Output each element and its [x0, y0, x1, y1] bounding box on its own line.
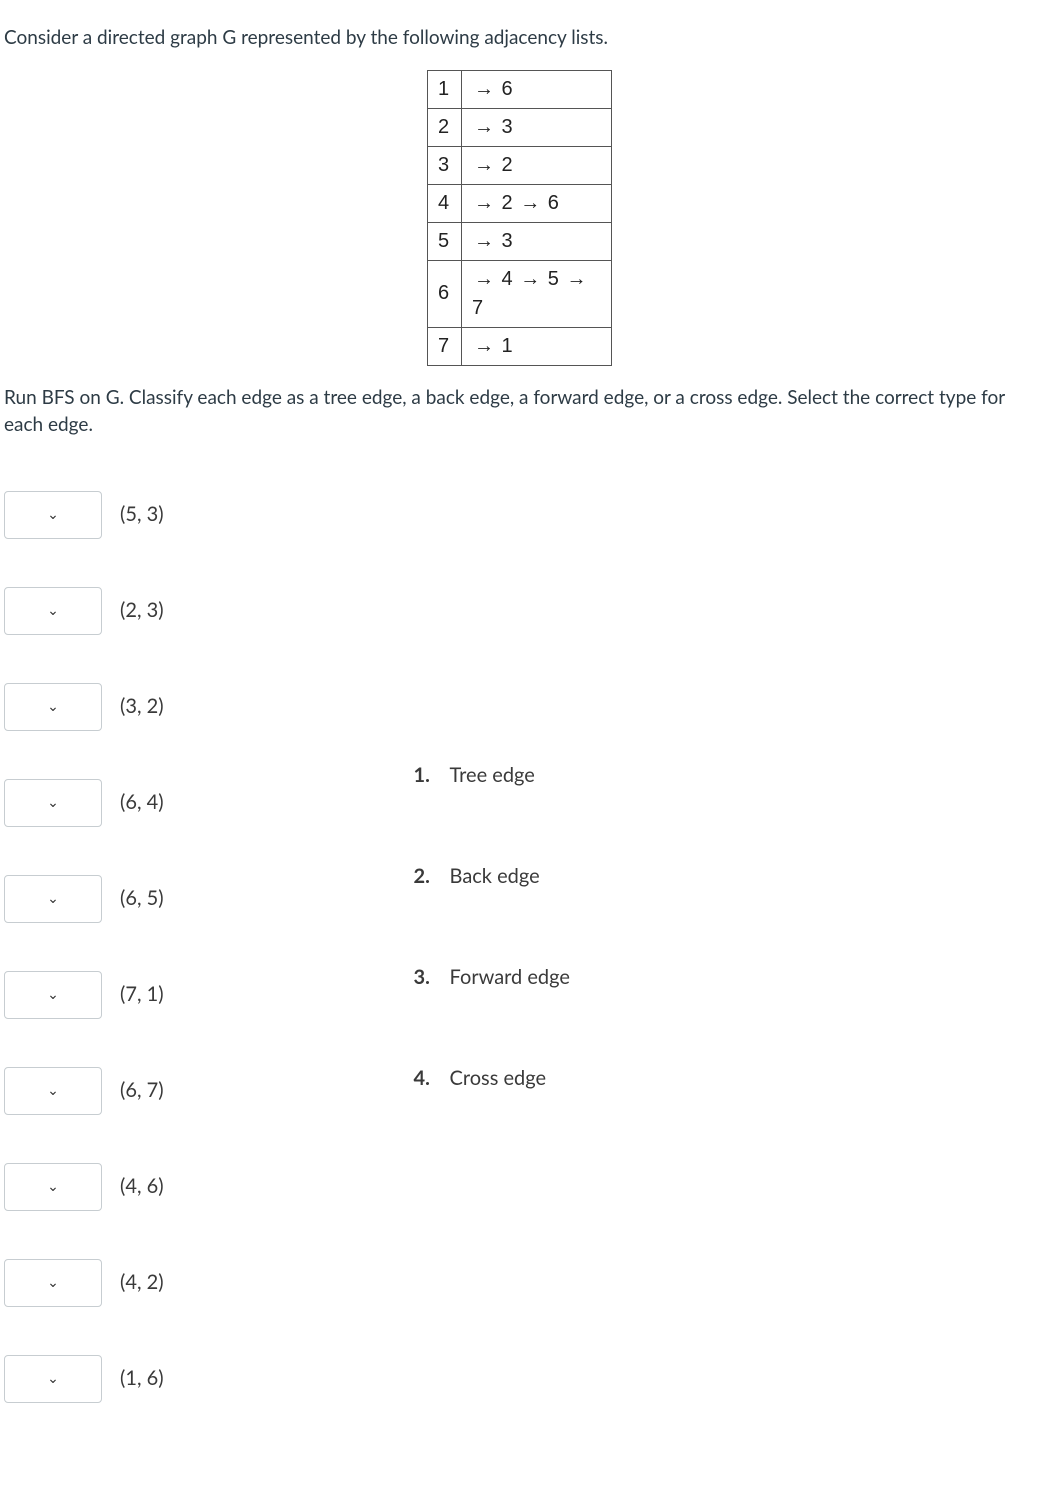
chevron-down-icon: ⌄ [47, 504, 59, 524]
adjacency-table: 1→ 62→ 33→ 24→ 2 → 65→ 36→ 4 → 5 → 77→ 1 [427, 70, 612, 366]
adjacency-values: → 1 [462, 327, 612, 365]
adjacency-values: → 3 [462, 222, 612, 260]
question-instruction: Run BFS on G. Classify each edge as a tr… [4, 384, 1035, 439]
adjacency-key: 2 [428, 108, 462, 146]
edge-type-select[interactable]: ⌄ [4, 1259, 102, 1307]
edge-label: (6, 7) [120, 1076, 164, 1105]
match-option-label: Cross edge [450, 1064, 547, 1093]
edge-label: (7, 1) [120, 980, 164, 1009]
adjacency-key: 6 [428, 260, 462, 327]
match-row: ⌄ (6, 5) [4, 873, 164, 925]
adjacency-row: 2→ 3 [428, 108, 612, 146]
matching-right-column: 1. Tree edge 2. Back edge 3. Forward edge 4. Cr… [414, 761, 570, 1165]
arrow-icon: → [472, 78, 496, 100]
matching-left-column: ⌄ (5, 3) ⌄ (2, 3) ⌄ (3, 2) ⌄ (6, 4) ⌄ (6, 5) ⌄ (7, … [4, 489, 164, 1449]
match-option-number: 3. [414, 963, 436, 992]
match-row: ⌄ (4, 2) [4, 1257, 164, 1309]
chevron-down-icon: ⌄ [47, 984, 59, 1004]
match-row: ⌄ (3, 2) [4, 681, 164, 733]
edge-type-select[interactable]: ⌄ [4, 587, 102, 635]
edge-label: (6, 5) [120, 884, 164, 913]
adjacency-values: → 2 → 6 [462, 184, 612, 222]
edge-type-select[interactable]: ⌄ [4, 1355, 102, 1403]
adjacency-values: → 6 [462, 70, 612, 108]
adjacency-values: → 3 [462, 108, 612, 146]
chevron-down-icon: ⌄ [47, 600, 59, 620]
chevron-down-icon: ⌄ [47, 696, 59, 716]
adjacency-values: → 2 [462, 146, 612, 184]
match-row: ⌄ (4, 6) [4, 1161, 164, 1213]
match-row: ⌄ (7, 1) [4, 969, 164, 1021]
arrow-icon: → [472, 192, 496, 214]
arrow-icon: → [472, 116, 496, 138]
chevron-down-icon: ⌄ [47, 1368, 59, 1388]
arrow-icon: → [518, 268, 542, 290]
match-option-number: 4. [414, 1064, 436, 1093]
edge-type-select[interactable]: ⌄ [4, 683, 102, 731]
chevron-down-icon: ⌄ [47, 1176, 59, 1196]
adjacency-row: 5→ 3 [428, 222, 612, 260]
arrow-icon: → [472, 230, 496, 252]
arrow-icon: → [472, 335, 496, 357]
matching-area: ⌄ (5, 3) ⌄ (2, 3) ⌄ (3, 2) ⌄ (6, 4) ⌄ (6, 5) ⌄ (7, … [4, 489, 1035, 1449]
chevron-down-icon: ⌄ [47, 1272, 59, 1292]
match-option: 1. Tree edge [414, 761, 570, 790]
edge-type-select[interactable]: ⌄ [4, 491, 102, 539]
edge-type-select[interactable]: ⌄ [4, 1067, 102, 1115]
match-option: 2. Back edge [414, 862, 570, 891]
match-option-label: Back edge [450, 862, 540, 891]
edge-label: (3, 2) [120, 692, 164, 721]
arrow-icon: → [472, 268, 496, 290]
question-text: Consider a directed graph G represented … [4, 24, 1035, 439]
question-intro: Consider a directed graph G represented … [4, 24, 1035, 52]
match-row: ⌄ (6, 4) [4, 777, 164, 829]
adjacency-row: 3→ 2 [428, 146, 612, 184]
edge-type-select[interactable]: ⌄ [4, 971, 102, 1019]
chevron-down-icon: ⌄ [47, 792, 59, 812]
match-option-label: Tree edge [450, 761, 535, 790]
edge-label: (1, 6) [120, 1364, 164, 1393]
adjacency-row: 7→ 1 [428, 327, 612, 365]
edge-label: (2, 3) [120, 596, 164, 625]
edge-label: (5, 3) [120, 500, 164, 529]
adjacency-key: 5 [428, 222, 462, 260]
adjacency-row: 1→ 6 [428, 70, 612, 108]
adjacency-key: 3 [428, 146, 462, 184]
adjacency-key: 1 [428, 70, 462, 108]
chevron-down-icon: ⌄ [47, 888, 59, 908]
edge-label: (4, 2) [120, 1268, 164, 1297]
adjacency-key: 4 [428, 184, 462, 222]
adjacency-values: → 4 → 5 → 7 [462, 260, 612, 327]
match-option-number: 2. [414, 862, 436, 891]
match-row: ⌄ (6, 7) [4, 1065, 164, 1117]
chevron-down-icon: ⌄ [47, 1080, 59, 1100]
arrow-icon: → [472, 154, 496, 176]
arrow-icon: → [518, 192, 542, 214]
match-row: ⌄ (5, 3) [4, 489, 164, 541]
match-row: ⌄ (1, 6) [4, 1353, 164, 1405]
adjacency-key: 7 [428, 327, 462, 365]
adjacency-row: 6→ 4 → 5 → 7 [428, 260, 612, 327]
adjacency-row: 4→ 2 → 6 [428, 184, 612, 222]
match-option: 4. Cross edge [414, 1064, 570, 1093]
match-row: ⌄ (2, 3) [4, 585, 164, 637]
match-option-number: 1. [414, 761, 436, 790]
match-option-label: Forward edge [450, 963, 570, 992]
edge-label: (6, 4) [120, 788, 164, 817]
edge-type-select[interactable]: ⌄ [4, 779, 102, 827]
edge-type-select[interactable]: ⌄ [4, 875, 102, 923]
arrow-icon: → [565, 268, 589, 290]
edge-type-select[interactable]: ⌄ [4, 1163, 102, 1211]
edge-label: (4, 6) [120, 1172, 164, 1201]
match-option: 3. Forward edge [414, 963, 570, 992]
